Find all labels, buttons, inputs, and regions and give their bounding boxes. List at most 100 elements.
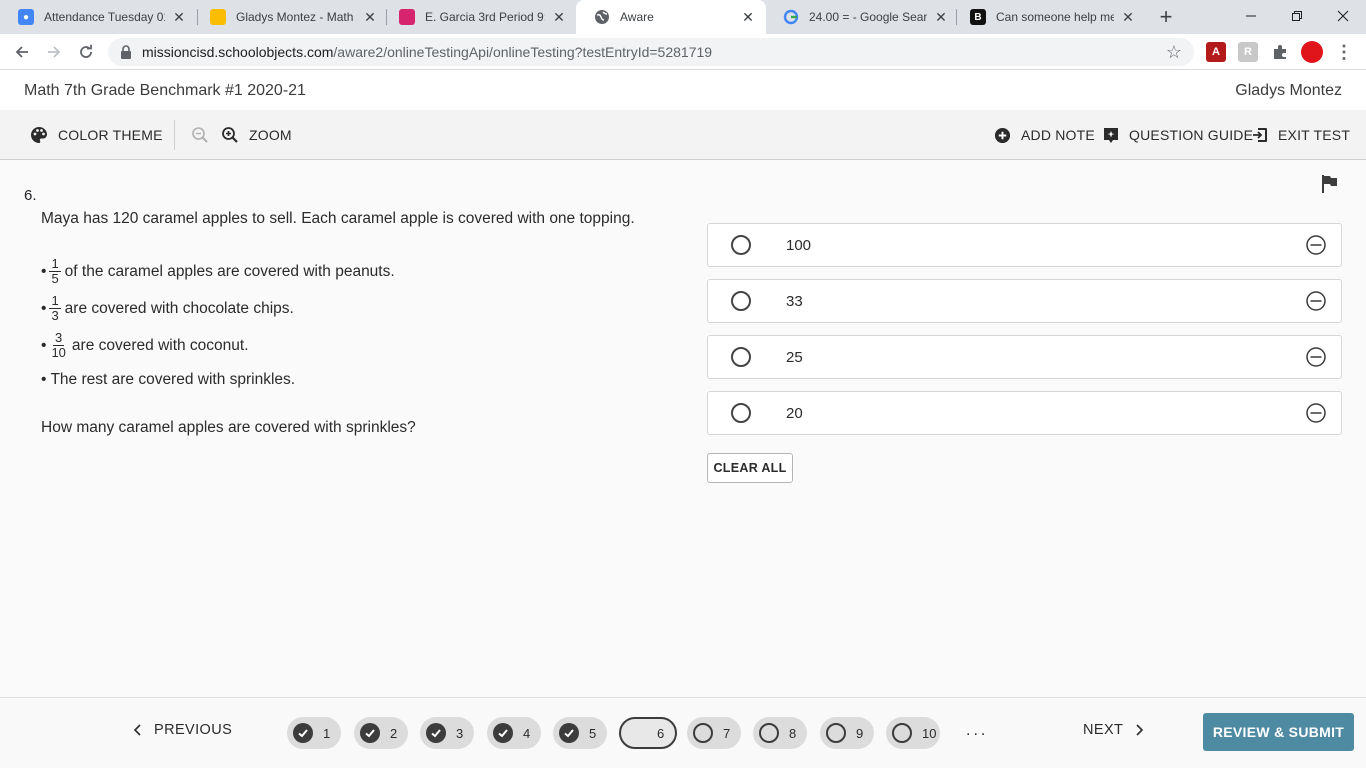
answer-choice-d[interactable]: 20 [707,391,1342,435]
zoom-out-button[interactable] [191,110,219,160]
eliminate-icon[interactable] [1306,403,1326,428]
review-submit-button[interactable]: REVIEW & SUBMIT [1203,713,1354,751]
close-icon[interactable]: ✕ [933,9,949,25]
test-title: Math 7th Grade Benchmark #1 2020-21 [24,82,306,99]
question-pill-label: 10 [922,725,937,741]
bookmark-star-icon[interactable]: ☆ [1166,42,1182,63]
empty-circle-icon [892,723,912,743]
question-navigation: PREVIOUS 1 2 3 4 5 6 7 8 9 10 ... NEXT REVIEW & S… [0,697,1366,768]
check-circle-icon [426,723,446,743]
answer-choice-a[interactable]: 100 [707,223,1342,267]
student-name: Gladys Montez [1235,82,1342,99]
previous-button[interactable]: PREVIOUS [132,722,232,738]
question-pill-10[interactable]: 10 [886,717,940,749]
zoom-in-icon [222,127,238,143]
puzzle-extensions-icon[interactable] [1270,42,1290,62]
fraction: 15 [49,256,61,286]
bullet-sprinkles: • The rest are covered with sprinkles. [41,371,296,388]
eliminate-icon[interactable] [1306,235,1326,260]
browser-toolbar: missioncisd.schoolobjects.com/aware2/onl… [0,34,1366,70]
close-icon[interactable]: ✕ [740,9,756,25]
tab-title: Attendance Tuesday 01 [44,10,165,24]
question-pill-label: 2 [390,725,398,741]
eliminate-icon[interactable] [1306,291,1326,316]
close-icon[interactable]: ✕ [362,9,378,25]
tab-title: 24.00 = - Google Search [809,10,927,24]
choice-value: 20 [786,405,803,422]
zoom-out-icon [192,127,208,143]
new-tab-button[interactable]: + [1154,4,1178,29]
question-pill-label: 1 [323,725,331,741]
question-prompt: How many caramel apples are covered with… [41,419,416,436]
empty-circle-icon [627,723,647,743]
chevron-left-icon [133,724,141,736]
question-pill-label: 9 [856,725,864,741]
question-pill-5[interactable]: 5 [553,717,607,749]
question-guide-button[interactable]: QUESTION GUIDE [1103,110,1253,160]
radio-button[interactable] [731,403,751,423]
browser-tab-e-garcia[interactable]: E. Garcia 3rd Period 9:2 ✕ [381,0,577,34]
question-pill-4[interactable]: 4 [487,717,541,749]
browser-tab-gladys-montez-math[interactable]: Gladys Montez - Math ✕ [192,0,388,34]
reload-button[interactable] [74,40,98,64]
close-window-button[interactable] [1320,0,1366,32]
person-icon: ● [18,9,34,25]
close-icon[interactable]: ✕ [551,9,567,25]
radio-button[interactable] [731,235,751,255]
minimize-button[interactable] [1228,0,1274,32]
extension-icon[interactable]: R [1238,42,1258,62]
zoom-label: ZOOM [249,127,292,143]
choice-value: 33 [786,293,803,310]
next-button[interactable]: NEXT [1083,722,1145,738]
palette-icon [31,127,47,143]
flag-question-button[interactable] [1321,174,1339,199]
question-pill-3[interactable]: 3 [420,717,474,749]
brainly-icon: B [970,9,986,25]
test-toolbar: COLOR THEME ZOOM ADD NOTE QUESTION GUIDE… [0,110,1366,160]
radio-button[interactable] [731,347,751,367]
color-theme-button[interactable]: COLOR THEME [30,110,163,160]
pdf-extension-icon[interactable]: A [1206,42,1226,62]
question-pill-7[interactable]: 7 [687,717,741,749]
add-note-button[interactable]: ADD NOTE [994,110,1095,160]
tab-title: Aware [620,10,654,24]
close-icon[interactable]: ✕ [1120,9,1136,25]
exit-icon [1253,128,1267,142]
close-icon[interactable]: ✕ [171,9,187,25]
question-pill-6[interactable]: 6 [619,717,677,749]
choice-value: 100 [786,237,812,254]
more-questions-ellipsis[interactable]: ... [966,722,988,740]
clear-all-button[interactable]: CLEAR ALL [707,453,793,483]
check-circle-icon [559,723,579,743]
slides-icon [210,9,226,25]
arrow-right-icon [48,46,61,58]
check-circle-icon [493,723,513,743]
back-button[interactable] [10,40,34,64]
question-pill-2[interactable]: 2 [354,717,408,749]
zoom-in-button[interactable]: ZOOM [221,110,292,160]
answer-choice-c[interactable]: 25 [707,335,1342,379]
menu-dots-icon[interactable]: ⋮ [1334,42,1354,62]
forward-button[interactable] [42,40,66,64]
question-number: 6. [24,187,37,204]
meet-icon [399,9,415,25]
exit-test-button[interactable]: EXIT TEST [1252,110,1350,160]
bullet-coconut: • 3 10 are covered with coconut. [41,330,249,360]
add-note-label: ADD NOTE [1021,127,1095,143]
previous-label: PREVIOUS [154,722,233,738]
browser-tab-brainly[interactable]: B Can someone help me ✕ [952,0,1146,34]
chevron-right-icon [1136,724,1144,736]
address-bar[interactable]: missioncisd.schoolobjects.com/aware2/onl… [108,38,1194,66]
answer-choice-b[interactable]: 33 [707,279,1342,323]
question-pill-9[interactable]: 9 [820,717,874,749]
browser-tab-attendance[interactable]: ● Attendance Tuesday 01 ✕ [0,0,197,34]
restore-button[interactable] [1274,0,1320,32]
browser-tab-aware[interactable]: Aware ✕ [576,0,766,34]
browser-tab-google-search[interactable]: 24.00 = - Google Search ✕ [765,0,959,34]
minimize-icon [1246,15,1256,17]
eliminate-icon[interactable] [1306,347,1326,372]
question-pill-1[interactable]: 1 [287,717,341,749]
profile-avatar[interactable] [1301,41,1323,63]
question-pill-8[interactable]: 8 [753,717,807,749]
radio-button[interactable] [731,291,751,311]
